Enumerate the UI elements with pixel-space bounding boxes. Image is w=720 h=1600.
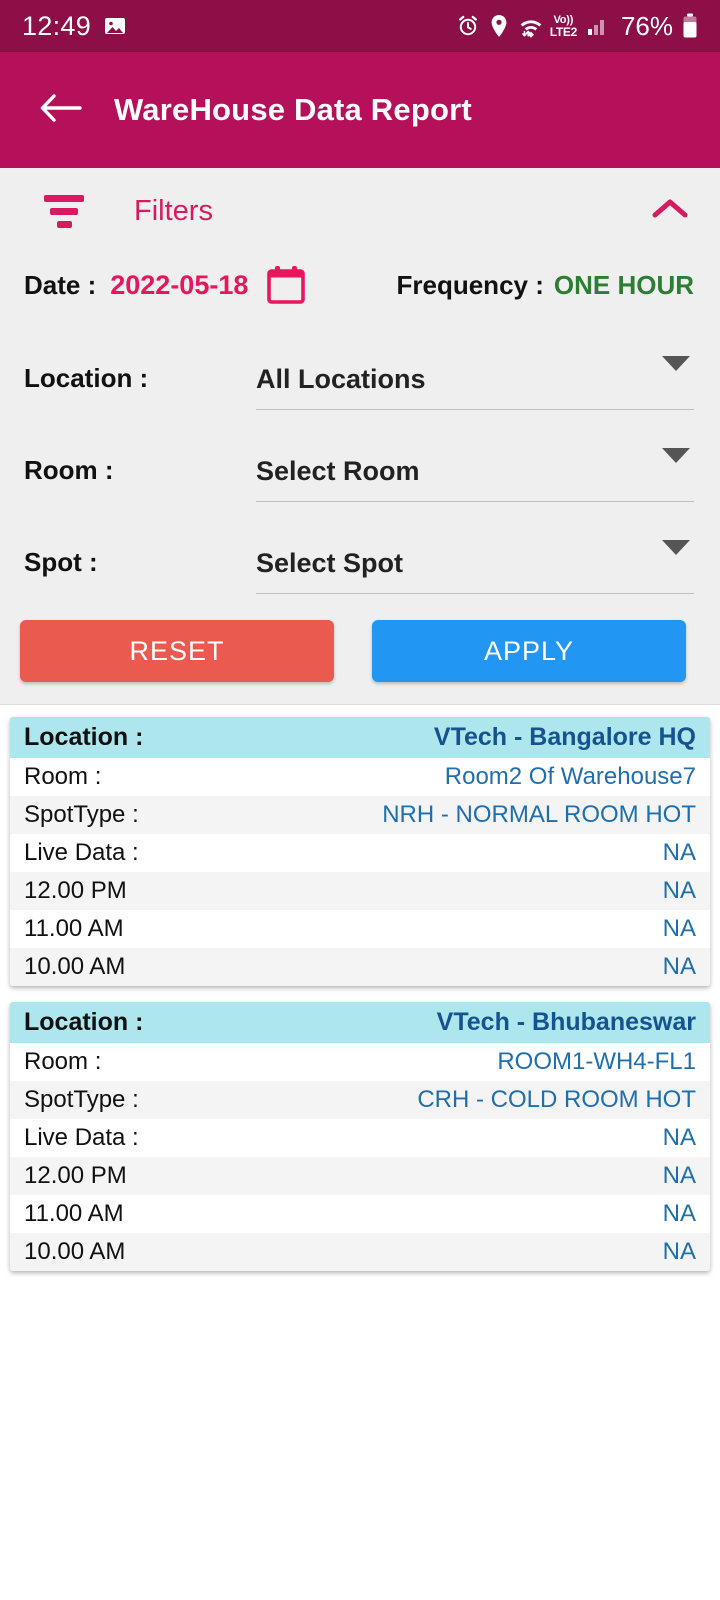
app-bar: WareHouse Data Report (0, 52, 720, 168)
spot-dropdown[interactable]: Select Spot (256, 539, 694, 594)
frequency-group: Frequency : ONE HOUR (397, 270, 695, 301)
result-card: Location : VTech - Bangalore HQ Room : R… (10, 717, 710, 986)
filters-label: Filters (134, 194, 213, 227)
chevron-up-icon[interactable] (650, 196, 690, 227)
room-label: Room : (24, 455, 114, 485)
table-row: 12.00 PM NA (10, 872, 710, 910)
caret-down-icon (662, 355, 690, 389)
location-pin-icon (489, 14, 509, 38)
row-value: NA (662, 1124, 696, 1151)
wifi-icon (518, 14, 544, 38)
table-row: 11.00 AM NA (10, 910, 710, 948)
frequency-value[interactable]: ONE HOUR (554, 270, 694, 301)
reset-button[interactable]: RESET (20, 620, 334, 682)
date-label: Date : (24, 269, 97, 300)
row-value: NA (662, 915, 696, 942)
row-key: 10.00 AM (24, 1238, 126, 1265)
table-row: Room : ROOM1-WH4-FL1 (10, 1043, 710, 1081)
date-value[interactable]: 2022-05-18 (110, 270, 248, 301)
row-value: Room2 Of Warehouse7 (444, 763, 696, 790)
filter-icon (36, 194, 92, 228)
row-key: 12.00 PM (24, 1162, 127, 1189)
card-header-value: VTech - Bangalore HQ (433, 723, 696, 751)
results-list: Location : VTech - Bangalore HQ Room : R… (0, 705, 720, 1271)
row-value: NRH - NORMAL ROOM HOT (382, 801, 696, 828)
row-value: NA (662, 877, 696, 904)
row-key: 10.00 AM (24, 953, 126, 980)
page-title: WareHouse Data Report (114, 92, 472, 127)
location-select-row: Location : All Locations (0, 318, 720, 410)
row-value: NA (662, 1162, 696, 1189)
row-value: NA (662, 953, 696, 980)
table-row: 11.00 AM NA (10, 1195, 710, 1233)
row-value: NA (662, 839, 696, 866)
row-key: 11.00 AM (24, 1200, 124, 1227)
frequency-label: Frequency : (396, 269, 544, 300)
card-header-value: VTech - Bhubaneswar (436, 1008, 696, 1036)
caret-down-icon (662, 447, 690, 481)
card-header-row: Location : VTech - Bangalore HQ (10, 717, 710, 758)
status-bar-right: Vo)) LTE2 76% (456, 11, 698, 42)
filters-panel: Filters Date : 2022-05-18 Frequency : ON… (0, 168, 720, 705)
table-row: 10.00 AM NA (10, 1233, 710, 1271)
row-key: Live Data : (24, 839, 139, 866)
table-row: 12.00 PM NA (10, 1157, 710, 1195)
row-key: 11.00 AM (24, 915, 124, 942)
table-row: Live Data : NA (10, 1119, 710, 1157)
signal-bars-icon (586, 14, 610, 38)
date-frequency-row: Date : 2022-05-18 Frequency : ONE HOUR (0, 254, 720, 318)
image-icon (103, 14, 127, 38)
table-row: 10.00 AM NA (10, 948, 710, 986)
row-value: CRH - COLD ROOM HOT (417, 1086, 696, 1113)
card-header-key: Location : (24, 1008, 144, 1036)
room-value: Select Room (256, 456, 420, 486)
back-arrow-icon[interactable] (40, 91, 82, 130)
volte-icon: Vo)) LTE2 (549, 13, 578, 39)
status-bar-left: 12:49 (22, 11, 127, 42)
location-dropdown[interactable]: All Locations (256, 355, 694, 410)
spot-label: Spot : (24, 547, 98, 577)
room-dropdown[interactable]: Select Room (256, 447, 694, 502)
caret-down-icon (662, 539, 690, 573)
status-bar: 12:49 Vo)) LTE2 76% (0, 0, 720, 52)
location-label: Location : (24, 363, 149, 393)
row-key: SpotType : (24, 1086, 139, 1113)
row-value: NA (662, 1238, 696, 1265)
card-header-row: Location : VTech - Bhubaneswar (10, 1002, 710, 1043)
result-card: Location : VTech - Bhubaneswar Room : RO… (10, 1002, 710, 1271)
row-key: Live Data : (24, 1124, 139, 1151)
battery-icon (682, 13, 698, 39)
calendar-icon[interactable] (266, 264, 306, 306)
row-key: 12.00 PM (24, 877, 127, 904)
row-key: Room : (24, 763, 102, 790)
table-row: SpotType : CRH - COLD ROOM HOT (10, 1081, 710, 1119)
row-key: SpotType : (24, 801, 139, 828)
apply-button[interactable]: APPLY (372, 620, 686, 682)
spot-value: Select Spot (256, 548, 404, 578)
room-select-row: Room : Select Room (0, 410, 720, 502)
status-clock: 12:49 (22, 10, 92, 41)
filters-header[interactable]: Filters (0, 168, 720, 254)
filter-actions: RESET APPLY (0, 594, 720, 682)
alarm-icon (456, 14, 480, 38)
table-row: Live Data : NA (10, 834, 710, 872)
card-header-key: Location : (24, 723, 144, 751)
row-value: NA (662, 1200, 696, 1227)
spot-select-row: Spot : Select Spot (0, 502, 720, 594)
table-row: SpotType : NRH - NORMAL ROOM HOT (10, 796, 710, 834)
row-value: ROOM1-WH4-FL1 (497, 1048, 696, 1075)
location-value: All Locations (256, 364, 426, 394)
row-key: Room : (24, 1048, 102, 1075)
table-row: Room : Room2 Of Warehouse7 (10, 758, 710, 796)
battery-percent-label: 76% (620, 10, 673, 41)
